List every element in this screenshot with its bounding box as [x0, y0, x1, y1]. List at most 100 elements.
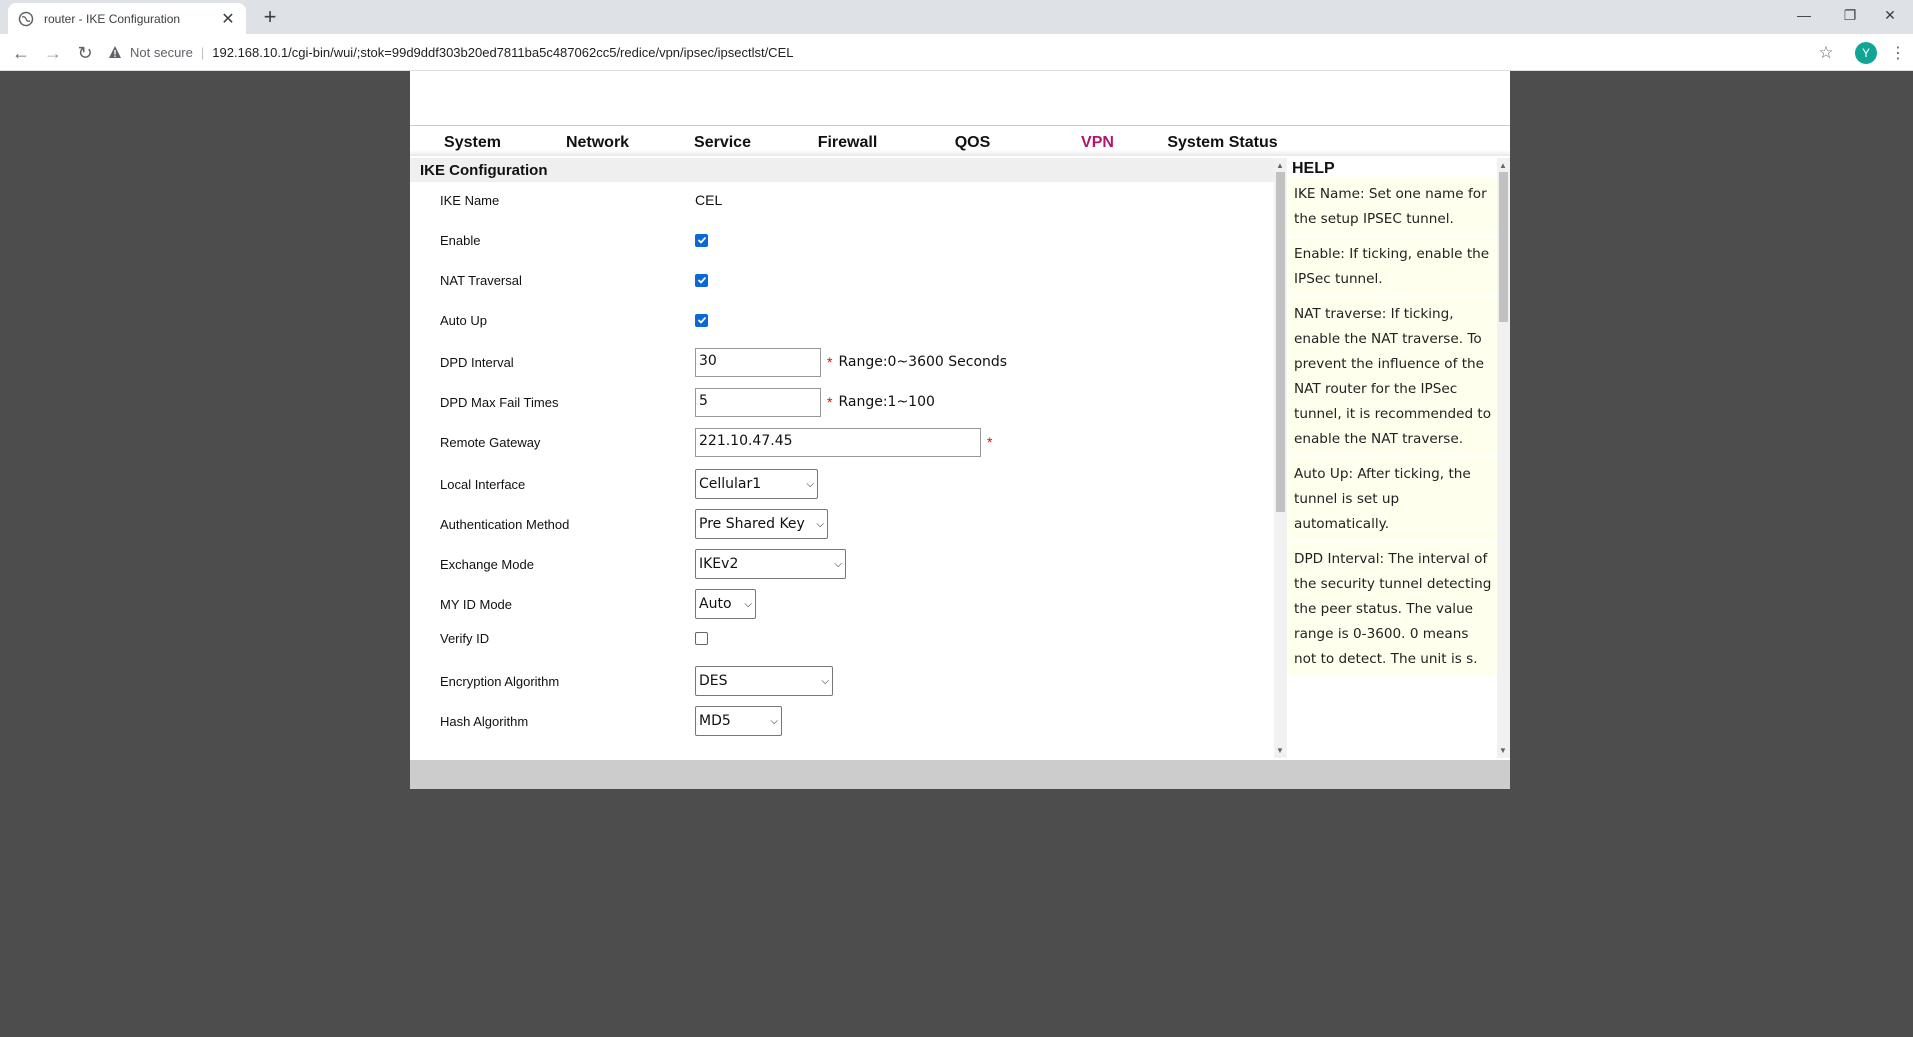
reload-icon[interactable]: ↻: [74, 42, 96, 64]
remote-gateway-input[interactable]: 221.10.47.45: [695, 427, 981, 457]
help-scrollbar[interactable]: ▲ ▼: [1497, 158, 1510, 758]
enable-checkbox[interactable]: [695, 233, 708, 247]
close-tab-icon[interactable]: ✕: [220, 9, 236, 29]
row-remote-gateway: Remote Gateway 221.10.47.45 *: [410, 427, 1270, 457]
profile-avatar[interactable]: Y: [1855, 42, 1877, 64]
row-encryption: Encryption Algorithm DES ⌵: [410, 666, 1270, 696]
row-ike-name: IKE Name CEL: [410, 185, 1270, 215]
help-item: DPD Interval: The interval of the securi…: [1288, 543, 1498, 678]
menu-system-status[interactable]: System Status: [1160, 134, 1285, 156]
tab-title: router - IKE Configuration: [44, 11, 181, 26]
globe-icon: [18, 11, 34, 26]
address-input[interactable]: Not secure | 192.168.10.1/cgi-bin/wui/;s…: [108, 38, 1828, 66]
dpd-max-fail-input[interactable]: 5: [695, 387, 821, 417]
encryption-select[interactable]: DES ⌵: [695, 666, 833, 696]
scroll-down-icon[interactable]: ▼: [1499, 746, 1507, 755]
required-mark: *: [827, 354, 833, 370]
ike-name-value: CEL: [695, 192, 723, 208]
main-menu: System Network Service Firewall QOS VPN …: [410, 126, 1510, 156]
help-title: HELP: [1292, 160, 1335, 177]
row-exchange-mode: Exchange Mode IKEv2 ⌵: [410, 549, 1270, 579]
my-id-mode-select[interactable]: Auto ⌵: [695, 589, 756, 619]
menu-firewall[interactable]: Firewall: [785, 134, 910, 156]
exchange-mode-select[interactable]: IKEv2 ⌵: [695, 549, 846, 579]
page-footer: [410, 760, 1510, 789]
help-item: IKE Name: Set one name for the setup IPS…: [1288, 178, 1498, 238]
row-nat-traversal: NAT Traversal: [410, 265, 1270, 295]
auto-up-checkbox[interactable]: [695, 313, 708, 327]
auth-method-label: Authentication Method: [440, 516, 570, 532]
warning-icon: [109, 46, 121, 58]
minimize-icon[interactable]: —: [1781, 0, 1827, 30]
dpd-interval-hint: Range:0~3600 Seconds: [838, 354, 1008, 370]
row-enable: Enable: [410, 225, 1270, 255]
router-page: System Network Service Firewall QOS VPN …: [410, 71, 1510, 789]
new-tab-button[interactable]: +: [258, 4, 282, 30]
menu-vpn[interactable]: VPN: [1035, 134, 1160, 156]
address-bar-row: ← → ↻ Not secure | 192.168.10.1/cgi-bin/…: [0, 34, 1913, 71]
nat-traversal-checkbox[interactable]: [695, 273, 708, 287]
dpd-interval-label: DPD Interval: [440, 354, 514, 370]
chevron-down-icon: ⌵: [770, 715, 778, 727]
encryption-label: Encryption Algorithm: [440, 673, 560, 689]
row-my-id-mode: MY ID Mode Auto ⌵: [410, 589, 1270, 619]
row-local-interface: Local Interface Cellular1 ⌵: [410, 469, 1270, 499]
hash-select[interactable]: MD5 ⌵: [695, 706, 782, 736]
chevron-down-icon: ⌵: [834, 558, 842, 570]
browser-tab[interactable]: router - IKE Configuration ✕: [8, 3, 246, 34]
row-dpd-max-fail: DPD Max Fail Times 5 * Range:1~100: [410, 387, 1270, 417]
row-dpd-interval: DPD Interval 30 * Range:0~3600 Seconds: [410, 347, 1270, 377]
remote-gateway-label: Remote Gateway: [440, 434, 541, 450]
close-window-icon[interactable]: ✕: [1867, 0, 1913, 30]
chevron-down-icon: ⌵: [744, 598, 752, 610]
not-secure-label[interactable]: Not secure: [130, 45, 193, 60]
required-mark: *: [987, 434, 993, 450]
form-scrollbar[interactable]: ▲ ▼: [1274, 158, 1287, 758]
scroll-up-icon[interactable]: ▲: [1499, 161, 1507, 170]
hash-value: MD5: [699, 713, 731, 729]
auth-method-value: Pre Shared Key: [699, 516, 805, 532]
separator: |: [200, 44, 205, 60]
required-mark: *: [827, 394, 833, 410]
verify-id-checkbox[interactable]: [695, 631, 708, 645]
chevron-down-icon: ⌵: [806, 478, 814, 490]
verify-id-label: Verify ID: [440, 630, 490, 646]
scroll-down-icon[interactable]: ▼: [1276, 746, 1284, 755]
my-id-mode-value: Auto: [699, 596, 732, 612]
menu-kebab-icon[interactable]: ⋮: [1890, 43, 1906, 63]
enable-label: Enable: [440, 232, 481, 248]
help-item: Enable: If ticking, enable the IPSec tun…: [1288, 238, 1498, 298]
nat-traversal-label: NAT Traversal: [440, 272, 522, 288]
hash-label: Hash Algorithm: [440, 713, 529, 729]
url-text[interactable]: 192.168.10.1/cgi-bin/wui/;stok=99d9ddf30…: [212, 45, 793, 60]
local-interface-label: Local Interface: [440, 476, 526, 492]
config-form: IKE Configuration IKE Name CEL Enable NA…: [410, 158, 1274, 758]
encryption-value: DES: [699, 673, 728, 689]
dpd-max-fail-hint: Range:1~100: [838, 394, 935, 410]
row-auto-up: Auto Up: [410, 305, 1270, 335]
menu-network[interactable]: Network: [535, 134, 660, 156]
local-interface-value: Cellular1: [699, 476, 762, 492]
auth-method-select[interactable]: Pre Shared Key ⌵: [695, 509, 828, 539]
exchange-mode-value: IKEv2: [699, 556, 739, 572]
bookmark-star-icon[interactable]: ☆: [1816, 43, 1836, 63]
forward-icon[interactable]: →: [42, 42, 64, 64]
chevron-down-icon: ⌵: [816, 518, 824, 530]
section-title: IKE Configuration: [410, 158, 1274, 182]
scroll-up-icon[interactable]: ▲: [1276, 161, 1284, 170]
back-icon[interactable]: ←: [10, 42, 32, 64]
page-header: [410, 71, 1510, 126]
row-auth-method: Authentication Method Pre Shared Key ⌵: [410, 509, 1270, 539]
help-item: Auto Up: After ticking, the tunnel is se…: [1288, 458, 1498, 543]
form-scroll-thumb[interactable]: [1276, 172, 1285, 512]
menu-system[interactable]: System: [410, 134, 535, 156]
dpd-max-fail-label: DPD Max Fail Times: [440, 394, 559, 410]
exchange-mode-label: Exchange Mode: [440, 556, 534, 572]
menu-service[interactable]: Service: [660, 134, 785, 156]
help-scroll-thumb[interactable]: [1499, 172, 1508, 322]
menu-qos[interactable]: QOS: [910, 134, 1035, 156]
dpd-interval-input[interactable]: 30: [695, 347, 821, 377]
row-hash: Hash Algorithm MD5 ⌵: [410, 706, 1270, 736]
local-interface-select[interactable]: Cellular1 ⌵: [695, 469, 818, 499]
help-item: NAT traverse: If ticking, enable the NAT…: [1288, 298, 1498, 458]
